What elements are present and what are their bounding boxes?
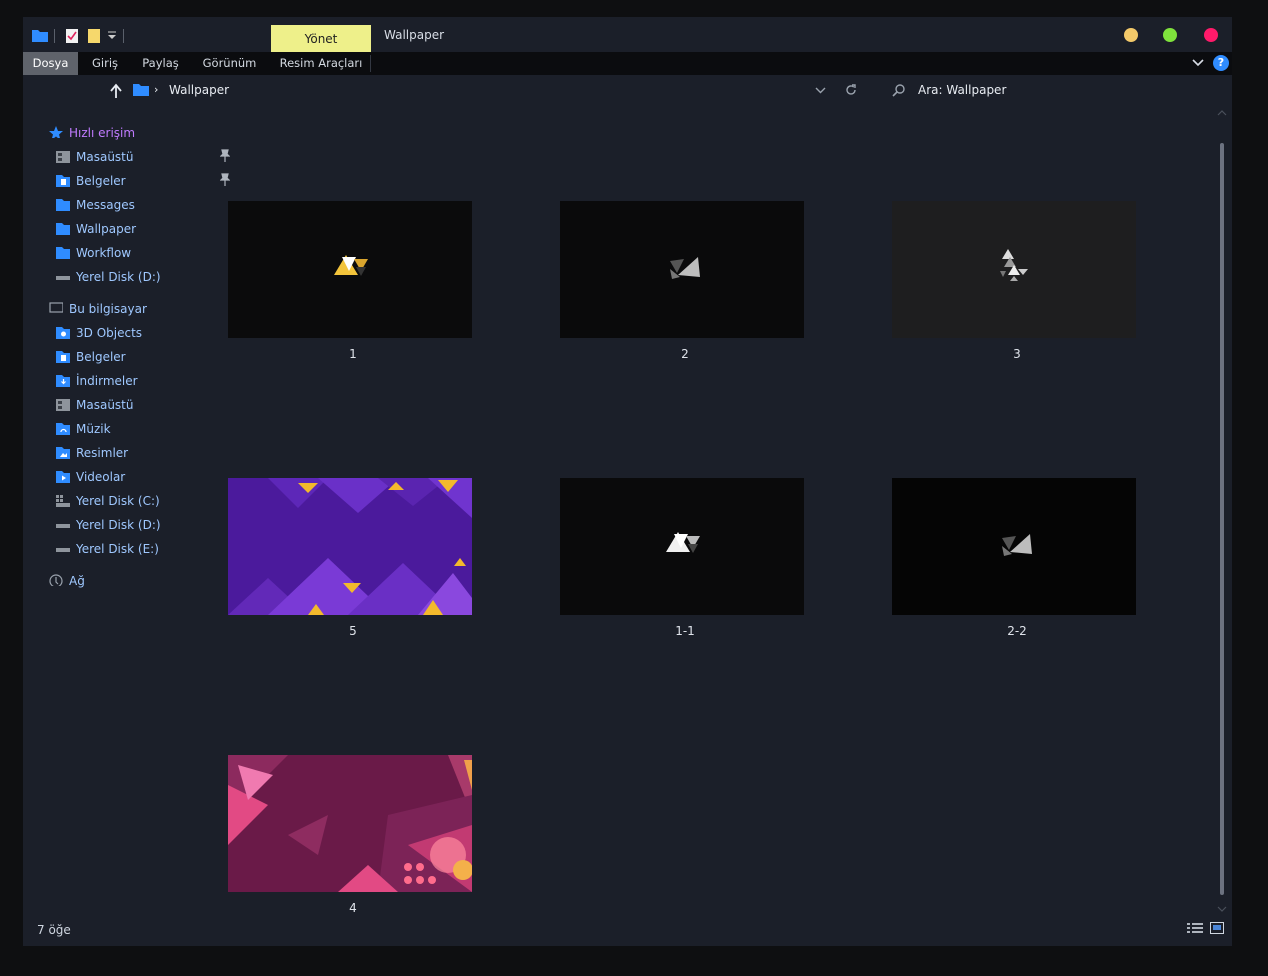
- tab-share[interactable]: Paylaş: [138, 52, 183, 75]
- explorer-window: Yönet Wallpaper Dosya Giriş Paylaş Görün…: [23, 17, 1232, 946]
- thumbnail-image: [228, 201, 472, 338]
- star-icon: [49, 126, 63, 138]
- search-icon: [892, 84, 905, 97]
- properties-icon[interactable]: [65, 28, 79, 44]
- new-folder-icon[interactable]: [87, 28, 101, 44]
- 3d-objects-folder-icon: [56, 327, 70, 339]
- nav-item-documents[interactable]: Belgeler: [56, 169, 230, 193]
- scroll-down-icon[interactable]: [1217, 905, 1227, 913]
- title-bar: Yönet Wallpaper: [23, 17, 1232, 52]
- drive-icon: [56, 548, 70, 552]
- documents-folder-icon: [56, 351, 70, 363]
- history-dropdown-icon[interactable]: [815, 87, 826, 95]
- address-bar: › Wallpaper Ara: Wallpaper: [23, 75, 1232, 105]
- help-icon[interactable]: ?: [1213, 55, 1229, 71]
- file-name: 1-1: [675, 624, 695, 638]
- pin-icon[interactable]: [220, 173, 230, 187]
- ribbon-tabs: Dosya Giriş Paylaş Görünüm Resim Araçlar…: [23, 52, 1232, 75]
- thumbnail-image: [228, 755, 472, 892]
- item-count: 7 öğe: [37, 923, 71, 937]
- maximize-button[interactable]: [1163, 28, 1177, 42]
- expand-ribbon-icon[interactable]: [1192, 59, 1204, 68]
- ribbon-divider: [370, 55, 371, 72]
- nav-item-desktop[interactable]: Masaüstü: [56, 145, 230, 169]
- network-icon: [49, 574, 63, 586]
- desktop-icon: [56, 151, 70, 163]
- folder-icon: [56, 247, 70, 259]
- drive-icon: [56, 524, 70, 528]
- folder-icon: [133, 84, 149, 96]
- pin-icon[interactable]: [220, 149, 230, 163]
- file-name: 5: [349, 624, 357, 638]
- breadcrumb-separator: ›: [154, 83, 159, 96]
- system-drive-icon: [56, 495, 70, 507]
- tab-view[interactable]: Görünüm: [197, 52, 262, 75]
- thumbnail-image: [560, 478, 804, 615]
- downloads-folder-icon: [56, 375, 70, 387]
- thumbnail-image: [560, 201, 804, 338]
- file-name: 1: [349, 347, 357, 361]
- folder-icon[interactable]: [32, 28, 48, 44]
- folder-icon: [56, 223, 70, 235]
- search-input[interactable]: Ara: Wallpaper: [918, 83, 1006, 97]
- file-name: 3: [1013, 347, 1021, 361]
- thumbnail-image: [892, 478, 1136, 615]
- scroll-up-icon[interactable]: [1217, 109, 1227, 117]
- folder-icon: [56, 199, 70, 211]
- file-name: 2: [681, 347, 689, 361]
- music-folder-icon: [56, 423, 70, 435]
- thumbnail-image: [228, 478, 472, 615]
- close-button[interactable]: [1204, 28, 1218, 42]
- pictures-folder-icon: [56, 447, 70, 459]
- breadcrumb-wallpaper[interactable]: Wallpaper: [169, 83, 229, 97]
- thumbnail-image: [892, 201, 1136, 338]
- desktop-icon: [56, 399, 70, 411]
- scrollbar-thumb[interactable]: [1220, 143, 1224, 895]
- refresh-icon[interactable]: [845, 84, 857, 96]
- customize-toolbar-icon[interactable]: [107, 30, 117, 46]
- drive-icon: [56, 276, 70, 280]
- tab-file[interactable]: Dosya: [23, 52, 78, 75]
- videos-folder-icon: [56, 471, 70, 483]
- details-view-icon[interactable]: [1187, 922, 1203, 934]
- up-arrow-icon[interactable]: [109, 83, 123, 99]
- tab-manage[interactable]: Yönet: [271, 25, 371, 52]
- minimize-button[interactable]: [1124, 28, 1138, 42]
- file-name: 2-2: [1007, 624, 1027, 638]
- window-title: Wallpaper: [384, 28, 445, 42]
- toolbar-separator: [123, 29, 124, 43]
- vertical-scrollbar[interactable]: [1217, 109, 1227, 915]
- computer-icon: [49, 302, 63, 313]
- tab-picture-tools[interactable]: Resim Araçları: [276, 52, 366, 75]
- toolbar-separator: [54, 29, 55, 43]
- documents-folder-icon: [56, 175, 70, 187]
- large-icons-view-icon[interactable]: [1210, 922, 1224, 934]
- file-name: 4: [349, 901, 357, 915]
- tab-home[interactable]: Giriş: [85, 52, 125, 75]
